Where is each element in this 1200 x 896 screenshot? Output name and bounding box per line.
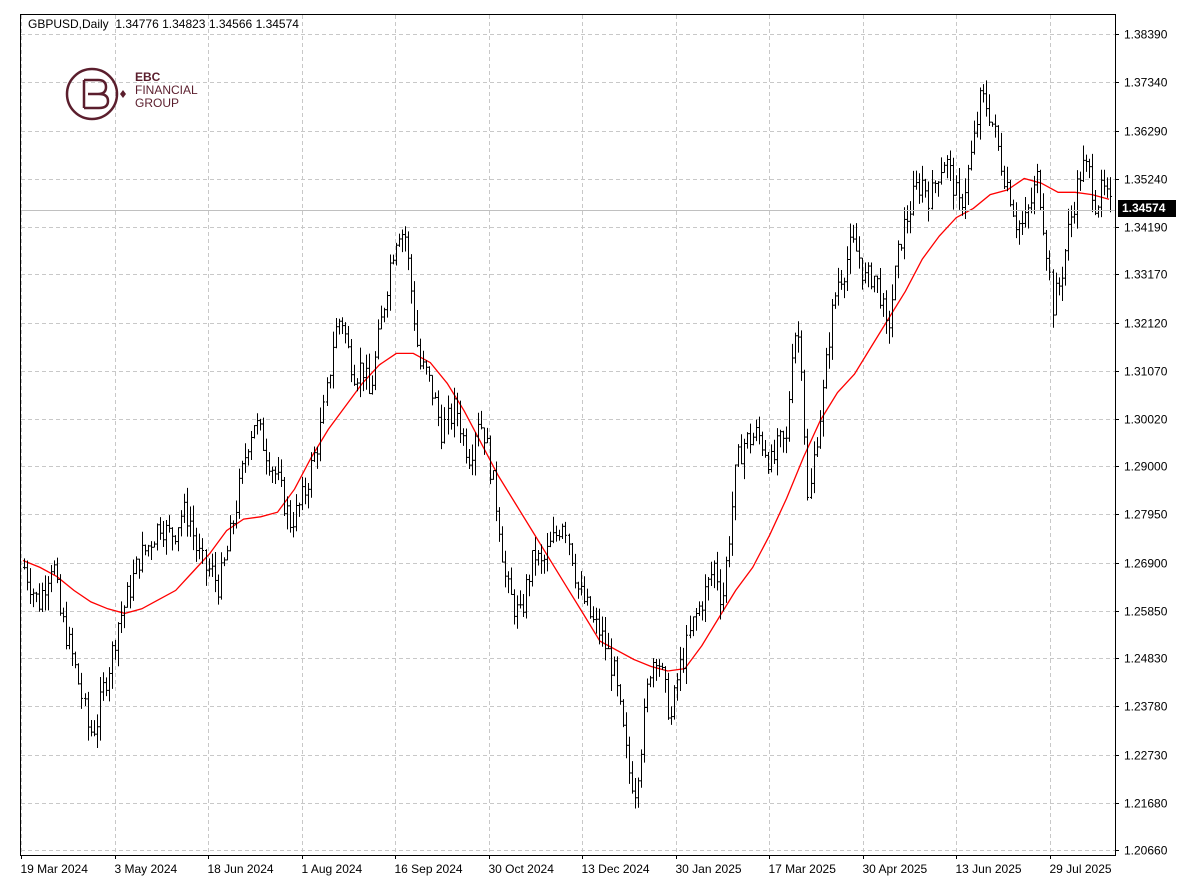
- x-tick-label: 16 Sep 2024: [395, 862, 463, 876]
- y-tick-label: 1.25850: [1124, 605, 1168, 619]
- logo-line-3: GROUP: [135, 96, 180, 110]
- open-value: 1.34776: [115, 17, 159, 31]
- x-tick-label: 18 Jun 2024: [208, 862, 274, 876]
- y-tick-label: 1.23780: [1124, 700, 1168, 714]
- y-tick-label: 1.20660: [1124, 844, 1168, 858]
- symbol-label: GBPUSD,Daily: [28, 17, 109, 31]
- chart-background: [0, 0, 1200, 896]
- y-tick-label: 1.24830: [1124, 652, 1168, 666]
- x-tick-label: 1 Aug 2024: [302, 862, 363, 876]
- x-tick-label: 29 Jul 2025: [1050, 862, 1112, 876]
- y-tick-label: 1.35240: [1124, 173, 1168, 187]
- price-chart[interactable]: 1.38390 1.37340 1.36290 1.35240 1.34190 1.331…: [0, 0, 1200, 896]
- y-tick-label: 1.32120: [1124, 317, 1168, 331]
- close-value: 1.34574: [255, 17, 299, 31]
- y-tick-label: 1.29000: [1124, 460, 1168, 474]
- y-tick-label: 1.27950: [1124, 508, 1168, 522]
- y-tick-label: 1.21680: [1124, 797, 1168, 811]
- y-tick-label: 1.26900: [1124, 557, 1168, 571]
- chart-header: GBPUSD,Daily 1.34776 1.34823 1.34566 1.3…: [28, 17, 299, 31]
- x-tick-label: 13 Dec 2024: [582, 862, 650, 876]
- x-tick-label: 19 Mar 2024: [21, 862, 89, 876]
- y-tick-label: 1.38390: [1124, 28, 1168, 42]
- x-tick-label: 3 May 2024: [115, 862, 178, 876]
- x-tick-label: 13 Jun 2025: [956, 862, 1022, 876]
- x-tick-label: 30 Oct 2024: [489, 862, 555, 876]
- current-price-tag: 1.34574: [1118, 200, 1176, 217]
- y-tick-label: 1.30020: [1124, 413, 1168, 427]
- y-tick-label: 1.31070: [1124, 365, 1168, 379]
- x-tick-label: 17 Mar 2025: [769, 862, 837, 876]
- y-tick-label: 1.36290: [1124, 125, 1168, 139]
- x-tick-label: 30 Apr 2025: [863, 862, 928, 876]
- low-value: 1.34566: [208, 17, 253, 31]
- y-tick-label: 1.22730: [1124, 749, 1168, 763]
- ebc-logo-icon: [65, 67, 126, 121]
- ebc-logo: EBC FINANCIAL GROUP: [62, 64, 212, 124]
- high-value: 1.34823: [162, 17, 206, 31]
- y-tick-label: 1.37340: [1124, 76, 1168, 90]
- y-tick-label: 1.33170: [1124, 268, 1168, 282]
- y-tick-label: 1.34190: [1124, 221, 1168, 235]
- x-tick-label: 30 Jan 2025: [676, 862, 742, 876]
- logo-text: EBC FINANCIAL GROUP: [135, 71, 198, 110]
